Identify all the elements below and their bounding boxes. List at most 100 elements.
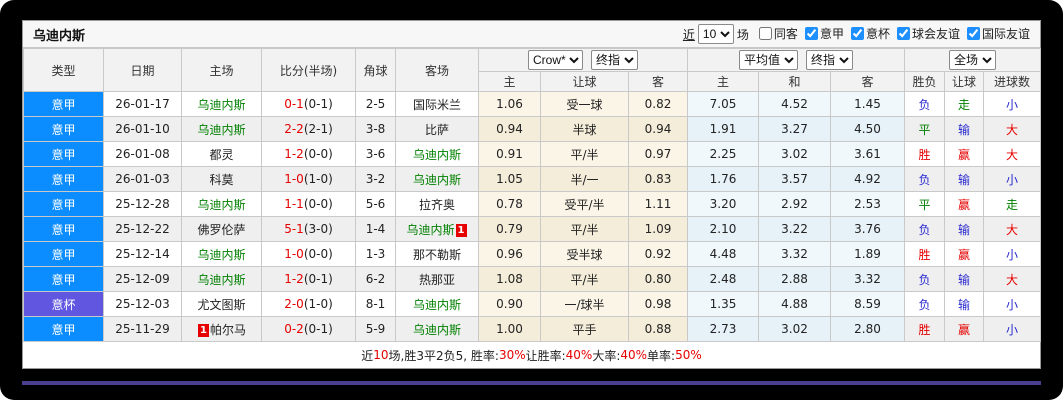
home-team: 乌迪内斯 (197, 123, 245, 137)
col-header-away: 客场 (396, 49, 479, 92)
corners-cell: 5-9 (356, 317, 396, 342)
col-header-score: 比分(半场) (262, 49, 356, 92)
summary-segment: 40% (566, 348, 593, 362)
filter-option-3[interactable]: 球会友谊 (890, 25, 960, 42)
corners-cell: 1-4 (356, 217, 396, 242)
final-score: 1-0 (284, 247, 304, 261)
table-row: 意甲 25-12-14 乌迪内斯 1-0(0-0) 1-3 那不勒斯 0.96 … (24, 242, 1041, 267)
ah-home-odds: 0.96 (479, 242, 541, 267)
filter-checkbox[interactable] (897, 27, 910, 40)
eu-away-odds: 8.59 (831, 292, 905, 317)
summary-segment: 10 (373, 348, 388, 362)
away-team: 乌迪内斯 (413, 323, 461, 337)
eu-draw-odds: 3.32 (759, 242, 831, 267)
eu-home-odds: 7.05 (688, 92, 759, 117)
home-team: 佛罗伦萨 (197, 223, 245, 237)
eu-home-odds: 2.48 (688, 267, 759, 292)
final-score: 1-1 (284, 197, 304, 211)
table-row: 意甲 26-01-17 乌迪内斯 0-1(0-1) 2-5 国际米兰 1.06 … (24, 92, 1041, 117)
league-badge: 意甲 (24, 142, 104, 167)
filter-label: 球会友谊 (912, 25, 960, 42)
unit-label: 场 (737, 26, 749, 43)
table-row: 意甲 25-12-09 乌迪内斯 1-2(0-1) 6-2 热那亚 1.08 平… (24, 267, 1041, 292)
away-team-cell: 那不勒斯 (396, 242, 479, 267)
ah-away-odds: 0.92 (629, 242, 688, 267)
result-wdl: 胜 (905, 317, 945, 342)
eu-home-odds: 3.20 (688, 192, 759, 217)
bookmaker-stage-select[interactable]: 终指 (591, 50, 638, 70)
filter-option-1[interactable]: 意甲 (798, 25, 844, 42)
home-team-cell: 乌迪内斯 (182, 267, 262, 292)
result-goals: 小 (984, 292, 1041, 317)
away-team-cell: 乌迪内斯 (396, 317, 479, 342)
result-goals: 小 (984, 242, 1041, 267)
eu-away-odds: 1.89 (831, 242, 905, 267)
sub-header-goals: 进球数 (984, 72, 1041, 92)
corners-cell: 3-6 (356, 142, 396, 167)
filter-checkbox[interactable] (967, 27, 980, 40)
table-row: 意甲 26-01-10 乌迪内斯 2-2(2-1) 3-8 比萨 0.94 半球… (24, 117, 1041, 142)
ah-home-odds: 0.90 (479, 292, 541, 317)
result-wdl: 胜 (905, 242, 945, 267)
eu-home-odds: 2.73 (688, 317, 759, 342)
home-team-cell: 乌迪内斯 (182, 192, 262, 217)
filter-checkbox[interactable] (759, 27, 772, 40)
result-wdl: 负 (905, 92, 945, 117)
match-date: 26-01-10 (104, 117, 182, 142)
result-goals: 大 (984, 267, 1041, 292)
match-date: 25-12-09 (104, 267, 182, 292)
eu-away-odds: 3.32 (831, 267, 905, 292)
final-score: 1-2 (284, 147, 304, 161)
red-card-badge: 1 (198, 324, 209, 337)
ah-home-odds: 1.05 (479, 167, 541, 192)
summary-segment: 50% (675, 348, 702, 362)
filter-checkbox[interactable] (805, 27, 818, 40)
eu-draw-odds: 4.52 (759, 92, 831, 117)
result-handicap: 赢 (945, 242, 984, 267)
home-team: 尤文图斯 (197, 298, 245, 312)
away-team: 拉齐奥 (419, 198, 455, 212)
half-time-score: (1-0) (304, 297, 333, 311)
filter-checkbox[interactable] (851, 27, 864, 40)
ah-away-odds: 0.80 (629, 267, 688, 292)
summary-segment: 单率: (647, 347, 675, 364)
filter-option-0[interactable]: 同客 (752, 25, 798, 42)
half-time-score: (0-0) (304, 247, 333, 261)
ah-away-odds: 0.88 (629, 317, 688, 342)
away-team: 乌迪内斯 (413, 148, 461, 162)
recent-link[interactable]: 近 (683, 26, 695, 43)
bookmaker-select[interactable]: Crow* (528, 50, 583, 70)
corners-cell: 3-2 (356, 167, 396, 192)
filter-option-2[interactable]: 意杯 (844, 25, 890, 42)
corners-cell: 3-8 (356, 117, 396, 142)
eu-away-odds: 4.50 (831, 117, 905, 142)
result-wdl: 平 (905, 192, 945, 217)
filter-option-4[interactable]: 国际友谊 (960, 25, 1030, 42)
league-badge: 意甲 (24, 92, 104, 117)
home-team-cell: 都灵 (182, 142, 262, 167)
away-team-cell: 乌迪内斯 (396, 167, 479, 192)
ah-handicap-line: 一/球半 (541, 292, 629, 317)
ah-handicap-line: 半/一 (541, 167, 629, 192)
eu-draw-odds: 3.02 (759, 317, 831, 342)
match-date: 25-12-22 (104, 217, 182, 242)
table-row: 意甲 25-11-29 1帕尔马 0-2(0-1) 5-9 乌迪内斯 1.00 … (24, 317, 1041, 342)
final-score: 0-1 (284, 97, 304, 111)
ah-handicap-line: 平手 (541, 317, 629, 342)
home-team: 乌迪内斯 (197, 198, 245, 212)
scope-select[interactable]: 全场 (949, 50, 996, 70)
match-count-select[interactable]: 10 (698, 24, 734, 44)
league-badge: 意甲 (24, 317, 104, 342)
ah-home-odds: 0.91 (479, 142, 541, 167)
corners-cell: 2-5 (356, 92, 396, 117)
result-goals: 小 (984, 317, 1041, 342)
eu-draw-odds: 2.88 (759, 267, 831, 292)
score-cell: 1-2(0-0) (262, 142, 356, 167)
away-team-cell: 热那亚 (396, 267, 479, 292)
ah-handicap-line: 平/半 (541, 217, 629, 242)
average-stage-select[interactable]: 终指 (806, 50, 853, 70)
average-select[interactable]: 平均值 (739, 50, 798, 70)
matches-tbody: 意甲 26-01-17 乌迪内斯 0-1(0-1) 2-5 国际米兰 1.06 … (24, 92, 1041, 342)
away-team-cell: 乌迪内斯 (396, 292, 479, 317)
score-cell: 0-2(0-1) (262, 317, 356, 342)
